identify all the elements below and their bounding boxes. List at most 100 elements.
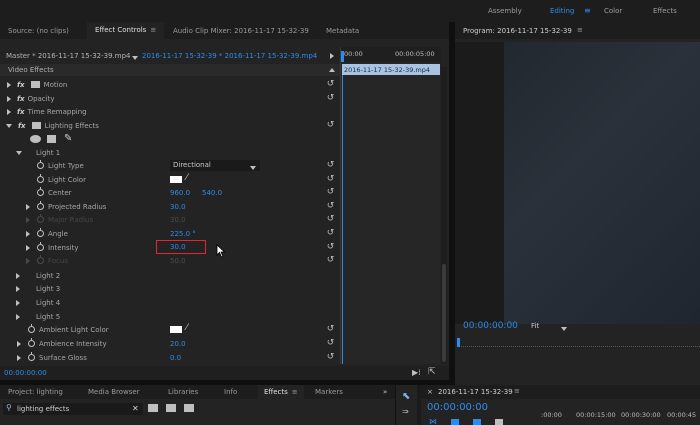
surface-gloss-value[interactable]: 0.0 (170, 354, 181, 362)
expand-icon[interactable] (26, 244, 30, 251)
effect-controls-scrollbar[interactable] (441, 67, 447, 364)
filter-keyframes-icon[interactable]: ▶⁞ (412, 368, 421, 377)
effect-row-time-remapping[interactable]: fx Time Remapping (0, 105, 340, 118)
pen-mask-icon[interactable]: ✎ (64, 133, 72, 144)
program-menu-icon[interactable]: ≡ (577, 26, 583, 34)
eyedropper-icon[interactable]: ⁄ (186, 323, 188, 333)
fx-badge-icon[interactable]: fx (17, 95, 25, 103)
workspace-tab-assembly[interactable]: Assembly (488, 7, 522, 15)
effects-search-input[interactable]: lighting effects (17, 405, 69, 413)
fit-dropdown[interactable]: Fit (531, 321, 575, 332)
reset-icon[interactable]: ↺ (326, 339, 335, 348)
workspace-tab-editing[interactable]: Editing (550, 7, 574, 15)
sequence-clip-label[interactable]: 2016-11-17 15-32-39 * 2016-11-17 15-32-3… (142, 52, 317, 60)
center-y-value[interactable]: 540.0 (202, 189, 222, 197)
reset-icon[interactable]: ↺ (326, 256, 335, 265)
reset-icon[interactable]: ↺ (326, 80, 335, 89)
tab-menu-icon[interactable]: ≡ (150, 22, 156, 39)
ambience-intensity-value[interactable]: 20.0 (170, 340, 186, 348)
playhead-marker[interactable] (341, 51, 344, 62)
timeline-menu-icon[interactable]: ≡ (514, 387, 520, 395)
mini-timeline-clip[interactable]: 2016-11-17 15-32-39.mp4 (342, 64, 440, 75)
effect-row-lighting-effects[interactable]: fx Lighting Effects (0, 119, 340, 132)
effect-row-opacity[interactable]: fx Opacity (0, 92, 340, 105)
expand-icon[interactable] (16, 299, 20, 306)
tab-menu-icon[interactable]: ≡ (292, 385, 298, 399)
angle-value[interactable]: 225.0 ° (170, 230, 196, 238)
effects-search-box[interactable]: ⚲ lighting effects ✕ (3, 403, 143, 415)
linked-selection-icon[interactable] (451, 419, 459, 425)
collapse-icon[interactable] (6, 123, 12, 128)
reset-icon[interactable]: ↺ (326, 161, 335, 170)
scroll-up-icon[interactable] (329, 68, 335, 72)
tab-audio-clip-mixer[interactable]: Audio Clip Mixer: 2016-11-17 15-32-39 (173, 24, 309, 38)
accelerated-effects-icon[interactable] (148, 404, 158, 412)
timeline-close-icon[interactable]: × (427, 388, 433, 396)
add-marker-icon[interactable] (473, 419, 481, 425)
program-playhead[interactable] (457, 338, 460, 347)
reset-icon[interactable]: ↺ (326, 94, 335, 103)
expand-icon[interactable] (26, 203, 30, 210)
stopwatch-icon[interactable] (37, 160, 44, 169)
master-label[interactable]: Master * 2016-11-17 15-32-39.mp4 (6, 52, 130, 60)
effect-controls-timecode[interactable]: 00:00:00:00 (4, 369, 47, 377)
center-x-value[interactable]: 960.0 (170, 189, 190, 197)
reset-icon[interactable]: ↺ (326, 215, 335, 224)
projected-radius-value[interactable]: 30.0 (170, 203, 186, 211)
yuv-effects-icon[interactable] (184, 404, 194, 412)
fx-badge-icon[interactable]: fx (17, 81, 25, 89)
tab-libraries[interactable]: Libraries (168, 385, 198, 399)
timeline-settings-icon[interactable] (495, 419, 503, 425)
snap-icon[interactable]: ⋈ (429, 417, 437, 425)
tab-markers[interactable]: Markers (315, 385, 343, 399)
sequence-dropdown-icon[interactable] (132, 54, 138, 62)
reset-icon[interactable]: ↺ (326, 202, 335, 211)
tab-project[interactable]: Project: lighting (8, 385, 63, 399)
expand-icon[interactable] (7, 81, 11, 88)
tab-source[interactable]: Source: (no clips) (8, 24, 69, 38)
track-select-tool-icon[interactable]: ⇒ (402, 407, 409, 416)
expand-timeline-icon[interactable] (330, 53, 334, 61)
light-5-row[interactable]: Light 5 (0, 310, 340, 323)
collapse-icon[interactable] (16, 150, 22, 155)
program-scrub-bar[interactable] (457, 337, 700, 347)
program-timecode[interactable]: 00:00:00:00 (463, 321, 518, 331)
reset-icon[interactable]: ↺ (326, 243, 335, 252)
tabs-overflow-icon[interactable]: » (383, 385, 387, 399)
reset-icon[interactable]: ↺ (326, 121, 335, 130)
rectangle-mask-icon[interactable] (47, 135, 56, 143)
reset-icon[interactable]: ↺ (326, 353, 335, 362)
expand-icon[interactable] (7, 108, 11, 115)
tab-effect-controls[interactable]: Effect Controls ≡ (87, 22, 165, 39)
expand-icon[interactable] (7, 95, 11, 102)
tab-media-browser[interactable]: Media Browser (88, 385, 140, 399)
32bit-effects-icon[interactable] (166, 404, 176, 412)
timeline-title[interactable]: 2016-11-17 15-32-39 (438, 388, 513, 396)
expand-icon[interactable] (16, 272, 20, 279)
timeline-timecode[interactable]: 00:00:00:00 (427, 402, 488, 413)
expand-icon[interactable] (17, 354, 21, 361)
stopwatch-icon[interactable] (37, 187, 44, 196)
reset-icon[interactable]: ↺ (326, 175, 335, 184)
clear-search-icon[interactable]: ✕ (132, 404, 139, 413)
expand-icon[interactable] (16, 313, 20, 320)
stopwatch-icon[interactable] (28, 338, 35, 347)
reset-icon[interactable]: ↺ (326, 188, 335, 197)
eyedropper-icon[interactable]: ⁄ (186, 173, 188, 183)
export-frame-icon[interactable]: ⇱ (428, 367, 436, 377)
stopwatch-icon[interactable] (37, 201, 44, 210)
expand-icon[interactable] (16, 285, 20, 292)
workspace-tab-color[interactable]: Color (604, 7, 622, 15)
stopwatch-icon[interactable] (28, 352, 35, 361)
expand-icon[interactable] (17, 340, 21, 347)
tab-metadata[interactable]: Metadata (326, 24, 359, 38)
stopwatch-icon[interactable] (37, 174, 44, 183)
program-monitor-title[interactable]: Program: 2016-11-17 15-32-39 (463, 27, 572, 35)
light-2-row[interactable]: Light 2 (0, 269, 340, 282)
reset-icon[interactable]: ↺ (326, 229, 335, 238)
ellipse-mask-icon[interactable] (30, 135, 41, 143)
effect-row-motion[interactable]: fx Motion (0, 78, 340, 91)
program-video-frame[interactable] (504, 42, 700, 324)
scrollbar-thumb[interactable] (442, 264, 446, 362)
light-4-row[interactable]: Light 4 (0, 296, 340, 309)
